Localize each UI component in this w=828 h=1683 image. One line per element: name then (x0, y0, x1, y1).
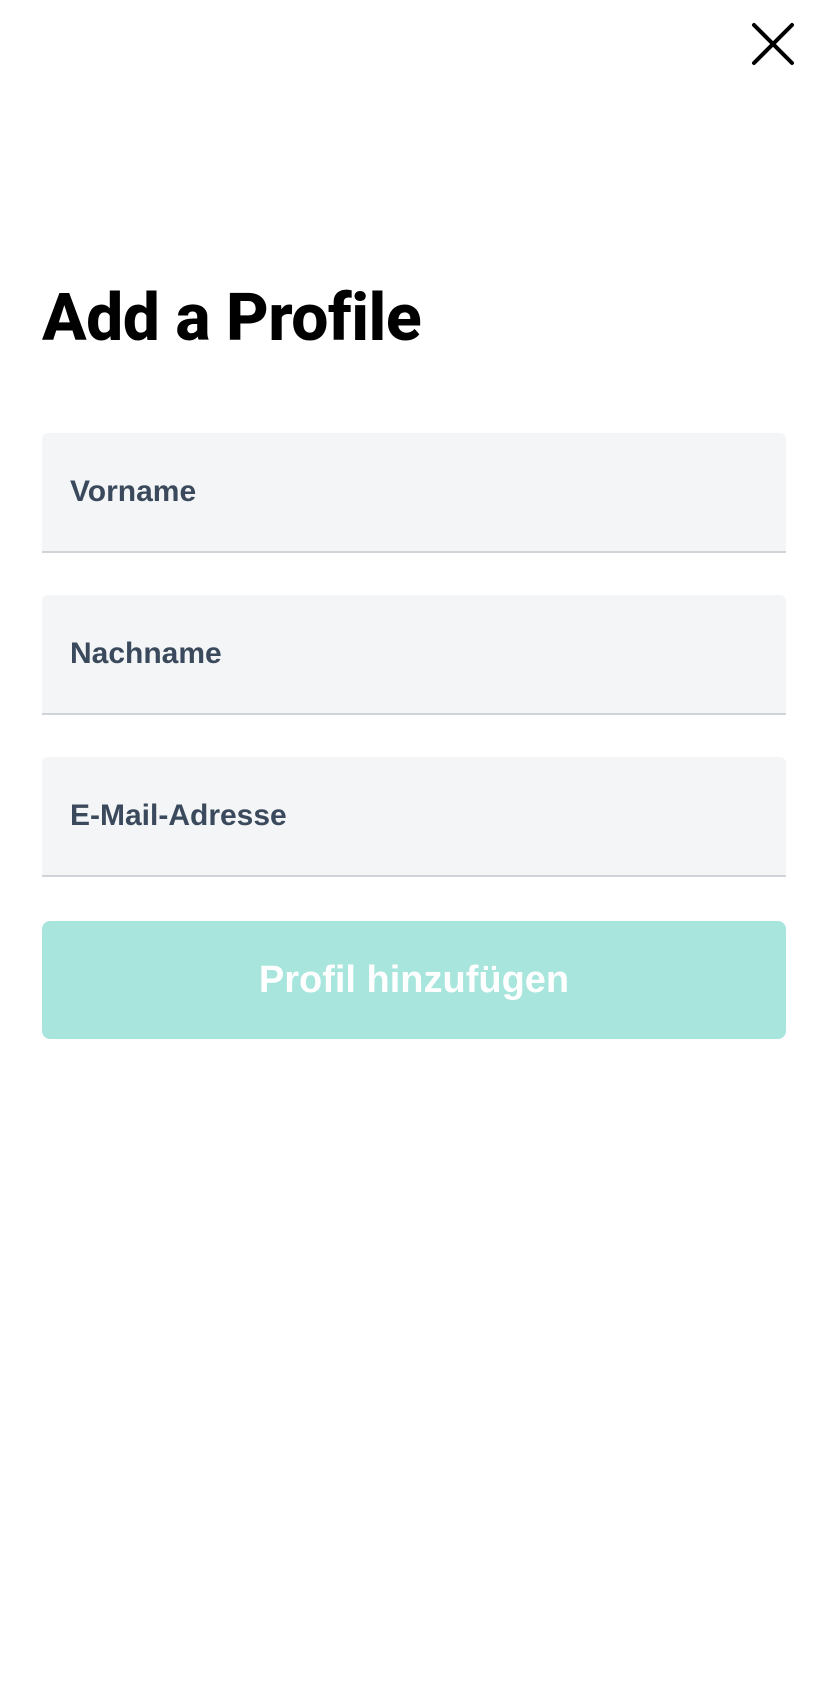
last-name-input[interactable] (42, 595, 786, 715)
add-profile-button[interactable]: Profil hinzufügen (42, 921, 786, 1039)
email-input[interactable] (42, 757, 786, 877)
close-button[interactable] (748, 20, 798, 70)
form-container: Add a Profile Profil hinzufügen (0, 0, 828, 1039)
page-title: Add a Profile (42, 280, 786, 357)
close-icon (750, 21, 796, 70)
first-name-input[interactable] (42, 433, 786, 553)
